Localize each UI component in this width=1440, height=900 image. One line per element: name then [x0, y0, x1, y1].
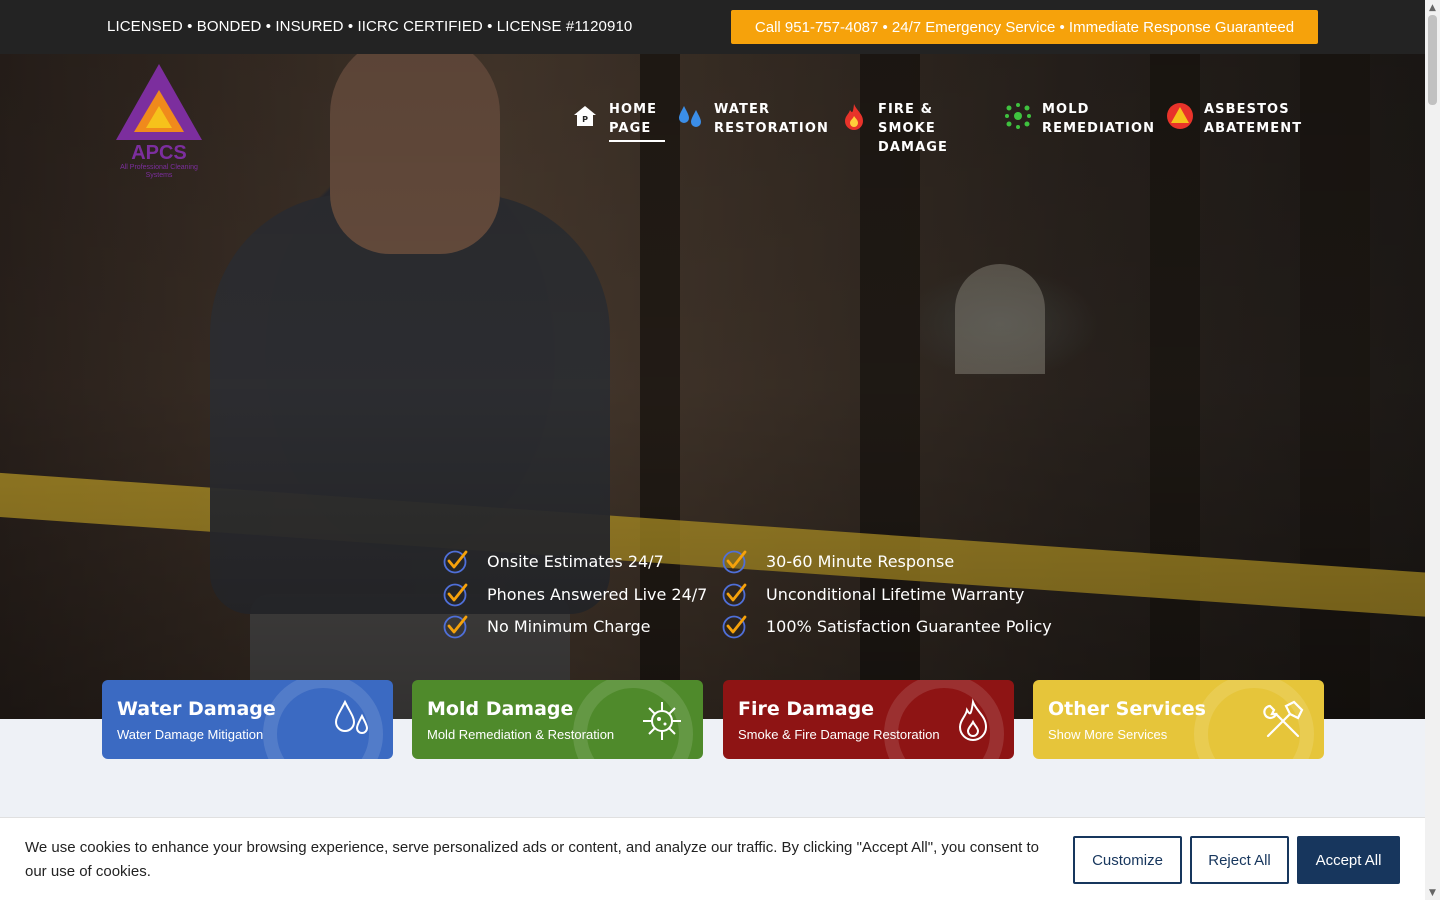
water-drops-icon [334, 699, 369, 734]
water-damage-card[interactable]: Water Damage Water Damage Mitigation [102, 680, 393, 759]
check-circle-icon [722, 615, 747, 639]
check-circle-icon [722, 583, 747, 607]
home-icon: P [571, 102, 599, 130]
card-subtitle: Water Damage Mitigation [117, 727, 264, 742]
checklist-item: Onsite Estimates 24/7 [443, 548, 664, 574]
top-bar: LICENSED • BONDED • INSURED • IICRC CERT… [0, 0, 1425, 54]
checklist-item: Phones Answered Live 24/7 [443, 581, 707, 607]
nav-water-restoration[interactable]: WATER RESTORATION [676, 100, 829, 138]
checklist-item: 100% Satisfaction Guarantee Policy [722, 613, 1052, 639]
check-circle-icon [443, 583, 468, 607]
checklist-item: Unconditional Lifetime Warranty [722, 581, 1024, 607]
logo-tagline: All Professional Cleaning Systems [120, 164, 198, 179]
card-title: Fire Damage [738, 698, 875, 720]
mold-spores-icon [1004, 102, 1032, 130]
flame-icon [840, 102, 868, 130]
reject-all-button[interactable]: Reject All [1190, 836, 1289, 884]
accept-all-button[interactable]: Accept All [1297, 836, 1400, 884]
other-services-card[interactable]: Other Services Show More Services [1033, 680, 1324, 759]
apcs-logo[interactable]: APCS All Professional Cleaning Systems [112, 64, 206, 180]
cookie-banner: We use cookies to enhance your browsing … [0, 817, 1425, 900]
card-subtitle: Mold Remediation & Restoration [427, 727, 615, 742]
logo-name: APCS [131, 142, 187, 164]
mold-damage-card[interactable]: Mold Damage Mold Remediation & Restorati… [412, 680, 703, 759]
card-title: Other Services [1048, 698, 1206, 720]
nav-label: ASBESTOS ABATEMENT [1204, 102, 1303, 136]
flame-icon [958, 698, 988, 741]
license-text: LICENSED • BONDED • INSURED • IICRC CERT… [107, 18, 633, 35]
page-scrollbar[interactable]: ▲ ▼ [1425, 0, 1440, 900]
card-subtitle: Smoke & Fire Damage Restoration [738, 727, 940, 742]
card-subtitle: Show More Services [1048, 727, 1168, 742]
scroll-thumb[interactable] [1428, 15, 1437, 105]
cookie-message: We use cookies to enhance your browsing … [25, 839, 1039, 880]
water-drops-icon [676, 102, 704, 130]
scroll-up-arrow-icon[interactable]: ▲ [1425, 0, 1440, 15]
nav-label: WATER RESTORATION [714, 102, 829, 136]
check-circle-icon [443, 615, 468, 639]
check-circle-icon [443, 550, 468, 574]
checklist-item: 30-60 Minute Response [722, 548, 954, 574]
nav-label: HOME PAGE [609, 100, 665, 142]
nav-mold-remediation[interactable]: MOLD REMEDIATION [1004, 100, 1156, 138]
virus-icon [643, 702, 681, 740]
card-title: Water Damage [117, 698, 276, 720]
svg-text:P: P [582, 115, 588, 124]
nav-home-page[interactable]: P HOME PAGE [571, 100, 665, 142]
call-button[interactable]: Call 951-757-4087 • 24/7 Emergency Servi… [731, 10, 1318, 44]
card-title: Mold Damage [427, 698, 574, 720]
customize-button[interactable]: Customize [1073, 836, 1182, 884]
asbestos-warning-icon [1166, 102, 1194, 130]
fire-damage-card[interactable]: Fire Damage Smoke & Fire Damage Restorat… [723, 680, 1014, 759]
checklist-item: No Minimum Charge [443, 613, 651, 639]
nav-asbestos-abatement[interactable]: ASBESTOS ABATEMENT [1166, 100, 1303, 138]
nav-fire-smoke-damage[interactable]: FIRE & SMOKE DAMAGE [840, 100, 988, 157]
hero-background [0, 54, 1425, 719]
check-circle-icon [722, 550, 747, 574]
nav-label: FIRE & SMOKE DAMAGE [878, 102, 949, 155]
scroll-down-arrow-icon[interactable]: ▼ [1425, 885, 1440, 900]
tools-icon [1263, 700, 1304, 738]
nav-label: MOLD REMEDIATION [1042, 102, 1156, 136]
